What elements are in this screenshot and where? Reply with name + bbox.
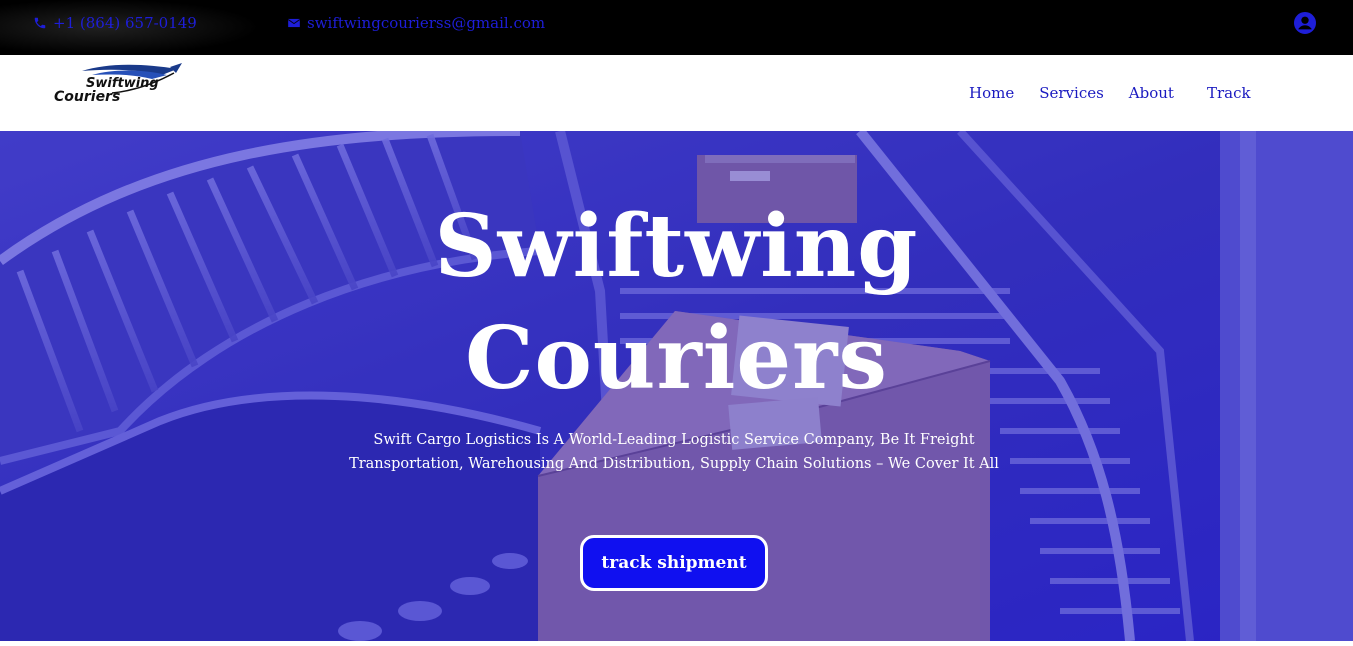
hero-section: Swiftwing Couriers Swift Cargo Logistics… — [0, 131, 1353, 641]
contact-phone[interactable]: +1 (864) 657-0149 — [33, 14, 197, 32]
logo-text-line2: Couriers — [54, 89, 120, 105]
hero-title: Swiftwing Couriers — [0, 191, 1353, 415]
hero-subtitle: Swift Cargo Logistics Is A World-Leading… — [349, 432, 999, 472]
nav-links: Home Services About Track — [969, 84, 1251, 102]
track-shipment-button[interactable]: track shipment — [580, 535, 768, 591]
nav-link-home[interactable]: Home — [969, 84, 1014, 102]
nav-link-about[interactable]: About — [1129, 84, 1174, 102]
swiftwing-logo[interactable]: Swiftwing Couriers — [52, 61, 184, 105]
phone-icon — [34, 17, 46, 29]
email-address: swiftwingcourierss@gmail.com — [307, 14, 546, 32]
user-circle-icon[interactable] — [1294, 12, 1316, 34]
top-bar: +1 (864) 657-0149 swiftwingcourierss@gma… — [0, 0, 1353, 55]
phone-number: +1 (864) 657-0149 — [53, 14, 197, 32]
main-navbar: Swiftwing Couriers Home Services About T… — [0, 55, 1353, 131]
envelope-icon — [288, 18, 300, 28]
nav-link-services[interactable]: Services — [1039, 84, 1104, 102]
hero-title-line1: Swiftwing — [434, 196, 919, 297]
hero-title-line2: Couriers — [465, 308, 888, 409]
nav-link-track[interactable]: Track — [1207, 84, 1251, 102]
contact-email[interactable]: swiftwingcourierss@gmail.com — [287, 14, 545, 32]
